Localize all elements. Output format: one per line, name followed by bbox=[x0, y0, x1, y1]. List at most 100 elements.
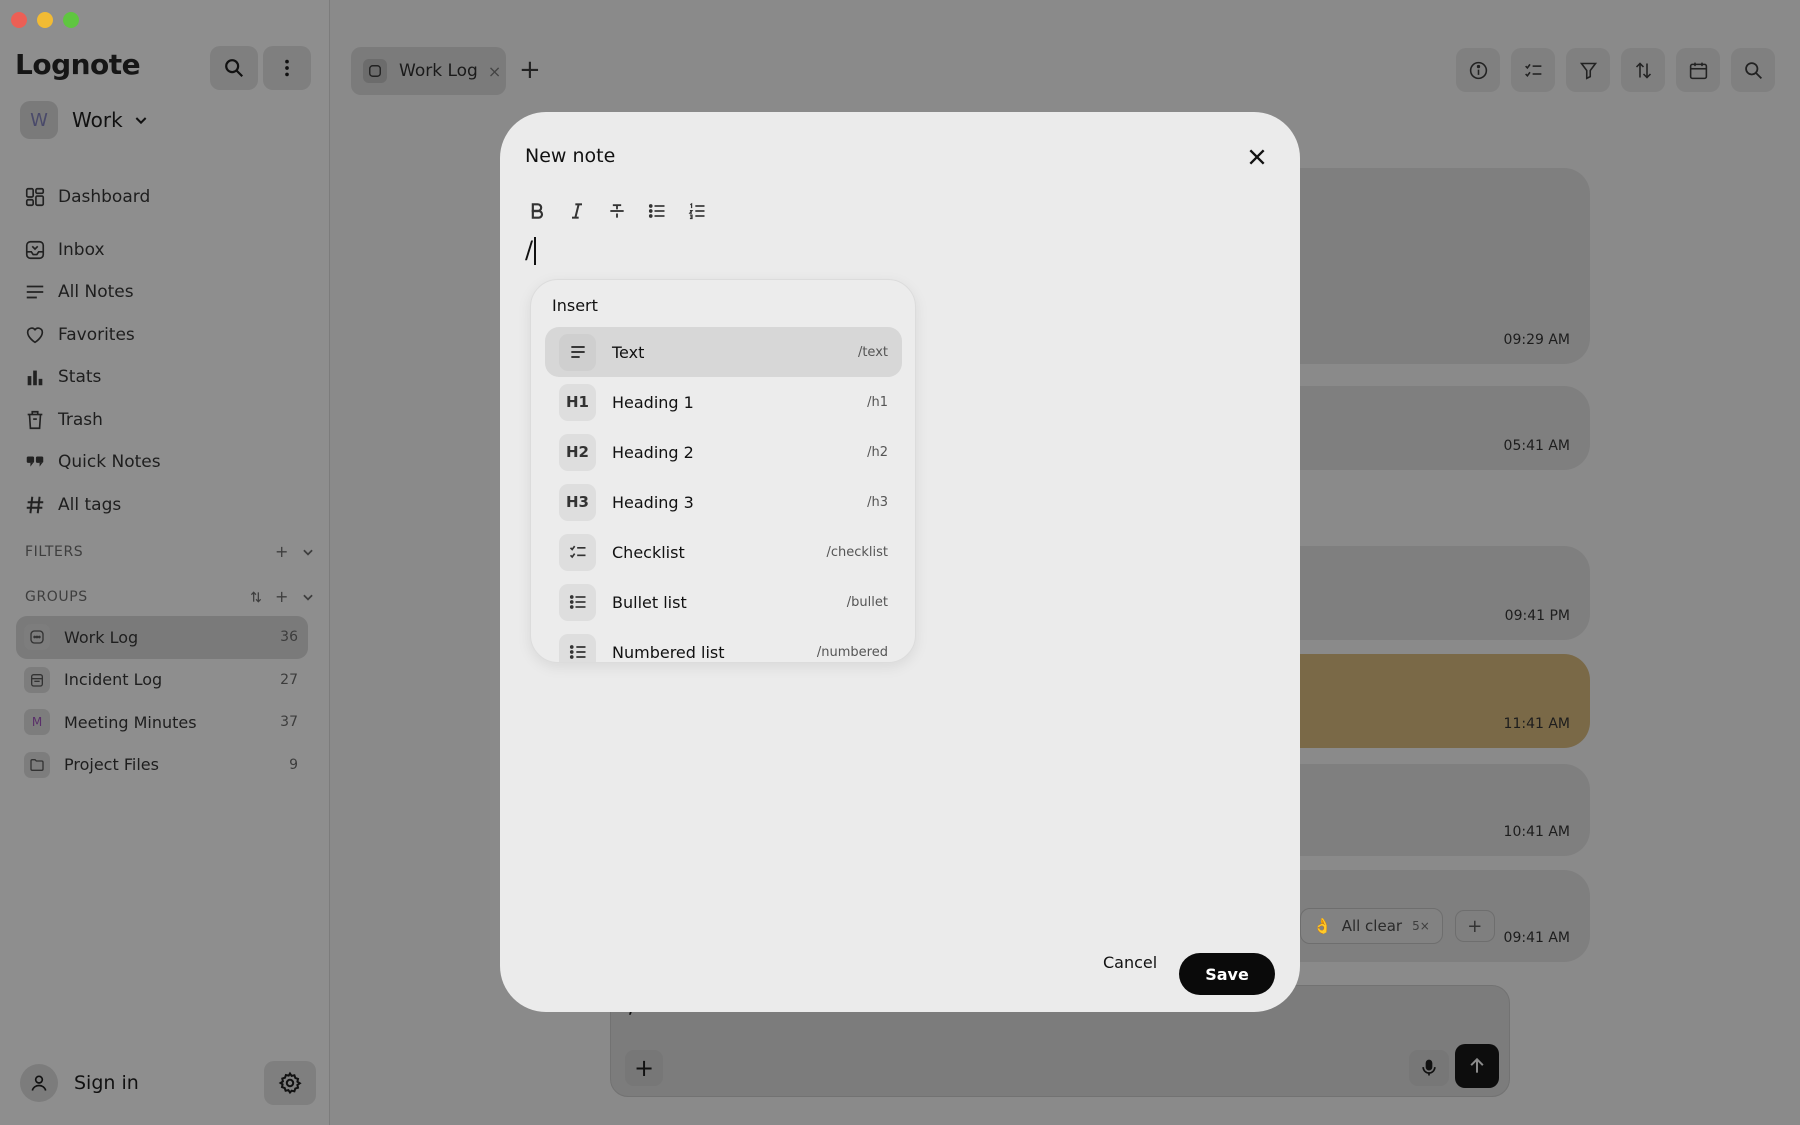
user-icon bbox=[20, 1064, 58, 1102]
close-tab-button[interactable]: × bbox=[488, 62, 501, 81]
tab-work-log[interactable]: Work Log × bbox=[351, 47, 506, 95]
close-dialog-button[interactable] bbox=[1244, 144, 1270, 170]
group-item-incident-log[interactable]: Incident Log 27 bbox=[16, 659, 308, 702]
workspace-switcher[interactable]: W Work bbox=[20, 101, 149, 139]
microphone-icon bbox=[1422, 1059, 1436, 1076]
editor-text: / bbox=[525, 236, 534, 264]
insert-item-numbered-list[interactable]: Numbered list /numbered bbox=[545, 627, 902, 662]
bold-button[interactable] bbox=[524, 198, 550, 224]
sort-icon[interactable] bbox=[249, 590, 263, 604]
sort-button[interactable] bbox=[1621, 48, 1665, 92]
bullet-list-icon bbox=[559, 583, 596, 621]
folder-icon bbox=[24, 751, 50, 778]
text-caret bbox=[534, 237, 537, 265]
bullet-list-button[interactable] bbox=[644, 198, 670, 224]
add-group-button[interactable]: + bbox=[275, 587, 289, 606]
chat-box-icon bbox=[24, 624, 50, 651]
quote-icon bbox=[26, 456, 44, 467]
italic-button[interactable] bbox=[564, 198, 590, 224]
insert-item-bullet-list[interactable]: Bullet list /bullet bbox=[545, 577, 902, 627]
sidebar-item-all-tags[interactable]: All tags bbox=[24, 484, 161, 527]
send-button[interactable] bbox=[1455, 1044, 1499, 1088]
sidebar-item-label: Quick Notes bbox=[58, 452, 161, 473]
notes-icon bbox=[26, 285, 44, 299]
sidebar-item-label: All Notes bbox=[58, 282, 134, 303]
more-vertical-icon bbox=[285, 59, 289, 77]
heading-1-icon: H1 bbox=[559, 383, 596, 421]
chevron-down-icon[interactable] bbox=[301, 590, 315, 604]
insert-item-checklist[interactable]: Checklist /checklist bbox=[545, 527, 902, 577]
reaction-chip[interactable]: 👌 All clear 5× bbox=[1300, 908, 1443, 944]
text-icon bbox=[559, 333, 596, 371]
new-tab-button[interactable]: + bbox=[519, 55, 541, 85]
filter-button[interactable] bbox=[1566, 48, 1610, 92]
group-item-project-files[interactable]: Project Files 9 bbox=[16, 744, 308, 787]
sign-in-button[interactable]: Sign in bbox=[20, 1064, 139, 1102]
note-time: 09:41 AM bbox=[1503, 930, 1570, 946]
strikethrough-button[interactable] bbox=[604, 198, 630, 224]
checklist-icon bbox=[559, 533, 596, 571]
sidebar-item-inbox[interactable]: Inbox bbox=[24, 229, 161, 272]
sign-in-label: Sign in bbox=[74, 1072, 139, 1094]
info-icon bbox=[1469, 61, 1487, 79]
sidebar-item-label: Stats bbox=[58, 367, 102, 388]
reaction-count: 5× bbox=[1412, 919, 1430, 933]
numbered-list-button[interactable] bbox=[684, 198, 710, 224]
insert-item-shortcut: /h3 bbox=[867, 494, 888, 510]
add-reaction-button[interactable]: + bbox=[1454, 910, 1495, 942]
format-toolbar bbox=[524, 198, 710, 224]
workspace-avatar: W bbox=[20, 101, 58, 139]
sidebar-item-label: Favorites bbox=[58, 324, 135, 345]
sidebar-item-stats[interactable]: Stats bbox=[24, 356, 161, 399]
settings-button[interactable] bbox=[264, 1061, 316, 1105]
filter-icon bbox=[1579, 62, 1597, 80]
note-editor[interactable]: / bbox=[525, 236, 537, 265]
calendar-button[interactable] bbox=[1676, 48, 1720, 92]
insert-item-heading-2[interactable]: H2 Heading 2 /h2 bbox=[545, 427, 902, 477]
insert-menu-title: Insert bbox=[552, 296, 598, 315]
add-filter-button[interactable]: + bbox=[275, 542, 289, 561]
insert-item-label: Heading 3 bbox=[612, 492, 694, 512]
maximize-window-button[interactable] bbox=[63, 12, 79, 28]
new-note-dialog: New note / Insert Text /text H1 Heading … bbox=[500, 112, 1300, 1012]
groups-list: Work Log 36 Incident Log 27 M Meeting Mi… bbox=[16, 616, 308, 786]
group-label: Meeting Minutes bbox=[64, 712, 197, 732]
insert-item-shortcut: /text bbox=[857, 344, 888, 360]
insert-item-heading-1[interactable]: H1 Heading 1 /h1 bbox=[545, 377, 902, 427]
sidebar-item-dashboard[interactable]: Dashboard bbox=[24, 176, 161, 219]
composer-add-button[interactable]: + bbox=[625, 1050, 663, 1086]
search-icon bbox=[1744, 61, 1762, 79]
cancel-button[interactable]: Cancel bbox=[1103, 953, 1157, 972]
insert-item-text[interactable]: Text /text bbox=[545, 327, 902, 377]
sidebar-item-favorites[interactable]: Favorites bbox=[24, 314, 161, 357]
minimize-window-button[interactable] bbox=[37, 12, 53, 28]
group-label: Project Files bbox=[64, 755, 159, 775]
group-item-work-log[interactable]: Work Log 36 bbox=[16, 616, 308, 659]
sidebar-item-quick-notes[interactable]: Quick Notes bbox=[24, 441, 161, 484]
close-window-button[interactable] bbox=[11, 12, 27, 28]
sidebar-more-button[interactable] bbox=[263, 46, 311, 90]
note-time: 10:41 AM bbox=[1503, 824, 1570, 840]
info-button[interactable] bbox=[1456, 48, 1500, 92]
checklist-button[interactable] bbox=[1511, 48, 1555, 92]
tab-label: Work Log bbox=[399, 61, 478, 81]
sidebar-item-all-notes[interactable]: All Notes bbox=[24, 271, 161, 314]
insert-item-shortcut: /h2 bbox=[867, 444, 888, 460]
sidebar-item-trash[interactable]: Trash bbox=[24, 399, 161, 442]
chevron-down-icon[interactable] bbox=[301, 545, 315, 559]
search-button[interactable] bbox=[1731, 48, 1775, 92]
sidebar-item-label: Dashboard bbox=[58, 187, 151, 208]
note-time: 09:29 AM bbox=[1503, 332, 1570, 348]
sidebar-search-button[interactable] bbox=[210, 46, 258, 90]
sort-icon bbox=[1635, 61, 1651, 79]
microphone-button[interactable] bbox=[1409, 1050, 1449, 1086]
group-item-meeting-minutes[interactable]: M Meeting Minutes 37 bbox=[16, 701, 308, 744]
chat-box-icon bbox=[363, 59, 387, 83]
insert-item-heading-3[interactable]: H3 Heading 3 /h3 bbox=[545, 477, 902, 527]
save-button[interactable]: Save bbox=[1179, 953, 1275, 995]
insert-item-label: Numbered list bbox=[612, 642, 725, 662]
insert-item-shortcut: /bullet bbox=[846, 594, 888, 610]
italic-icon bbox=[572, 203, 582, 219]
filters-section-header: FILTERS + bbox=[25, 542, 315, 561]
bold-icon bbox=[531, 203, 543, 219]
